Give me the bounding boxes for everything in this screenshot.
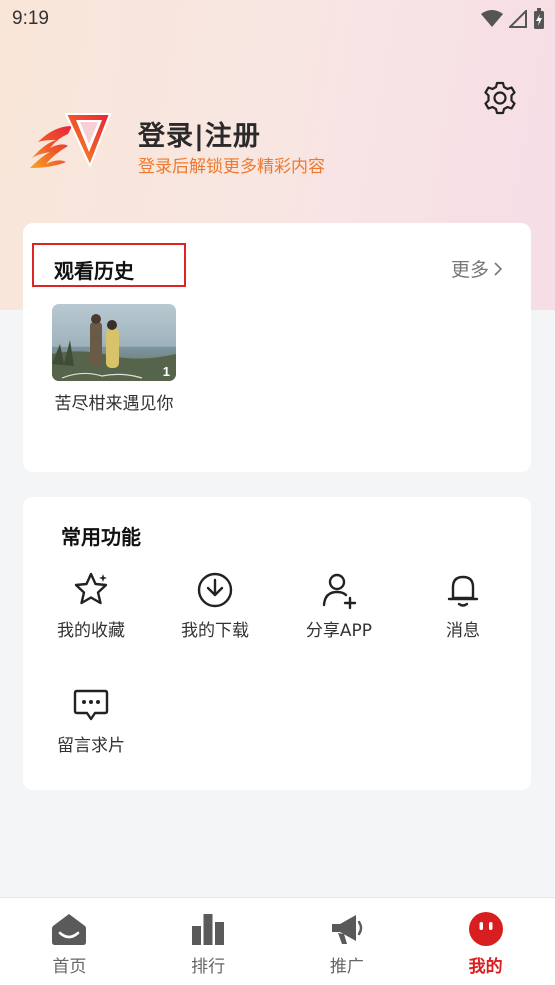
tab-promote-label: 推广: [329, 957, 364, 977]
share-app-button[interactable]: 分享APP: [284, 570, 394, 650]
downloads-button[interactable]: 我的下载: [160, 570, 270, 650]
wifi-icon: [481, 10, 503, 27]
tab-promote[interactable]: 推广: [278, 898, 417, 985]
downloads-label: 我的下载: [181, 621, 249, 641]
login-register-link[interactable]: 登录|注册: [138, 114, 261, 153]
cellular-signal-icon: [509, 10, 527, 28]
app-logo: [30, 113, 111, 168]
bottom-tab-bar: 首页 排行 推广 我的: [0, 897, 555, 985]
watch-history-title: 观看历史: [54, 259, 134, 283]
history-more-link[interactable]: 更多: [451, 255, 503, 282]
add-user-icon: [322, 573, 357, 610]
history-item-title[interactable]: 苦尽柑来遇见你: [49, 391, 179, 417]
episode-badge: 1: [162, 364, 170, 379]
history-more-label: 更多: [450, 259, 489, 281]
profile-icon: [468, 912, 503, 946]
request-movie-button[interactable]: 留言求片: [36, 685, 146, 765]
watch-history-card: 观看历史 更多 1 苦尽柑来遇见你: [23, 223, 531, 472]
login-subtitle: 登录后解锁更多精彩内容: [138, 157, 325, 177]
messages-button[interactable]: 消息: [408, 570, 518, 650]
messages-label: 消息: [446, 621, 480, 641]
home-icon: [52, 914, 87, 945]
star-icon: [74, 572, 108, 605]
tab-profile-label: 我的: [468, 957, 503, 977]
status-icons: [481, 8, 545, 30]
status-bar: 9:19: [0, 0, 555, 38]
request-movie-label: 留言求片: [57, 736, 125, 756]
common-features-title: 常用功能: [61, 525, 141, 549]
chevron-right-icon: [494, 261, 503, 276]
watch-history-highlight: 观看历史: [32, 243, 186, 287]
common-features-card: 常用功能 我的收藏 我的下载 分享APP 消息 留言求片: [23, 497, 531, 790]
favorites-button[interactable]: 我的收藏: [36, 570, 146, 650]
bell-icon: [447, 575, 479, 607]
ranking-icon: [192, 914, 225, 945]
tab-home-label: 首页: [52, 957, 87, 977]
favorites-label: 我的收藏: [57, 621, 125, 641]
tab-ranking[interactable]: 排行: [139, 898, 278, 985]
settings-gear-icon[interactable]: [482, 80, 518, 116]
history-item-thumbnail[interactable]: 1: [52, 304, 176, 381]
download-icon: [197, 572, 233, 608]
tab-ranking-label: 排行: [191, 957, 226, 977]
video-poster-image: [52, 304, 176, 381]
tab-profile[interactable]: 我的: [416, 898, 555, 985]
battery-icon: [534, 8, 544, 29]
chat-icon: [73, 689, 109, 721]
share-app-label: 分享APP: [305, 621, 373, 641]
status-time: 9:19: [12, 8, 49, 29]
megaphone-icon: [331, 915, 363, 944]
tab-home[interactable]: 首页: [0, 898, 139, 985]
